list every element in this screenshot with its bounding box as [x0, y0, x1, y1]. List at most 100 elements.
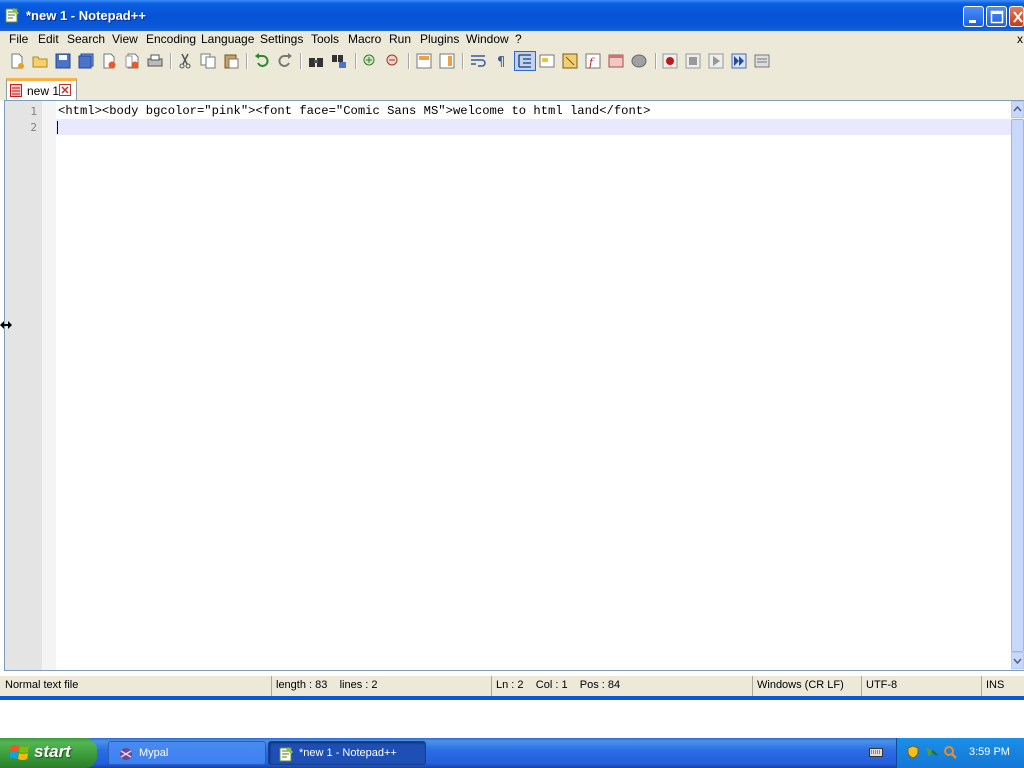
line-number: 1	[30, 105, 37, 118]
chevron-down-icon	[1013, 658, 1022, 665]
security-shield-icon[interactable]	[906, 745, 920, 759]
paste-icon[interactable]	[223, 53, 239, 69]
play-macro-icon[interactable]	[708, 53, 724, 69]
maximize-icon	[990, 10, 1004, 24]
folder-workspace-icon[interactable]	[608, 53, 624, 69]
notepadpp-app-icon[interactable]	[4, 7, 20, 23]
close-tab-icon[interactable]	[59, 84, 71, 96]
start-button[interactable]: start	[0, 738, 97, 768]
menu-view[interactable]: View	[112, 32, 138, 46]
task-label: Mypal	[139, 747, 169, 759]
current-line-highlight	[56, 119, 1011, 135]
menu-file[interactable]: File	[9, 32, 28, 46]
line-number-gutter	[5, 101, 42, 670]
status-pos: Pos : 84	[579, 679, 621, 691]
monitoring-icon[interactable]	[631, 53, 647, 69]
close-file-icon[interactable]	[101, 53, 117, 69]
status-insert-mode[interactable]: INS	[981, 676, 1024, 696]
text-caret	[57, 121, 58, 134]
minimize-button[interactable]	[963, 6, 984, 27]
status-ln: Ln : 2	[496, 679, 524, 691]
status-bar: Normal text file length : 83 lines : 2 L…	[0, 676, 1024, 696]
task-label: *new 1 - Notepad++	[299, 747, 397, 759]
tab-label: new 1	[27, 84, 60, 98]
menu-encoding[interactable]: Encoding	[146, 32, 196, 46]
word-wrap-icon[interactable]	[470, 53, 486, 69]
unsaved-document-icon	[10, 84, 22, 97]
save-icon[interactable]	[55, 53, 71, 69]
zoom-out-icon[interactable]	[385, 53, 401, 69]
document-map-icon[interactable]	[562, 53, 578, 69]
network-icon[interactable]	[924, 745, 938, 759]
windows-logo-icon	[10, 745, 29, 760]
maximize-button[interactable]	[986, 6, 1007, 27]
menu-run[interactable]: Run	[389, 32, 411, 46]
menu-language[interactable]: Language	[201, 32, 254, 46]
status-eol[interactable]: Windows (CR LF)	[752, 676, 861, 696]
status-lines: lines : 2	[339, 679, 378, 691]
menu-tools[interactable]: Tools	[311, 32, 339, 46]
show-all-chars-icon[interactable]: ¶	[493, 53, 509, 69]
menu-macro[interactable]: Macro	[348, 32, 381, 46]
line-number: 2	[30, 121, 37, 134]
scroll-up-button[interactable]	[1011, 101, 1024, 118]
menu-search[interactable]: Search	[67, 32, 105, 46]
menu-help[interactable]: ?	[515, 32, 522, 46]
editor-area[interactable]	[4, 100, 1024, 671]
undo-icon[interactable]	[254, 53, 270, 69]
chevron-up-icon	[1013, 105, 1022, 112]
scroll-thumb[interactable]	[1011, 119, 1024, 652]
close-window-button[interactable]	[1009, 6, 1024, 27]
open-file-icon[interactable]	[32, 53, 48, 69]
vertical-scrollbar[interactable]	[1011, 101, 1024, 670]
status-length: length : 83	[276, 679, 328, 691]
copy-icon[interactable]	[200, 53, 216, 69]
notepadpp-app-icon	[279, 747, 293, 762]
record-macro-icon[interactable]	[662, 53, 678, 69]
status-col: Col : 1	[535, 679, 568, 691]
keyboard-icon[interactable]	[869, 746, 883, 758]
menu-edit[interactable]: Edit	[38, 32, 59, 46]
tab-new-1[interactable]: new 1	[6, 78, 77, 100]
menu-plugins[interactable]: Plugins	[420, 32, 459, 46]
minimize-icon	[969, 20, 976, 23]
close-all-icon[interactable]	[124, 53, 140, 69]
start-label: start	[34, 742, 71, 761]
zoom-in-icon[interactable]	[362, 53, 378, 69]
run-macro-multiple-icon[interactable]	[731, 53, 747, 69]
find-icon[interactable]	[308, 53, 324, 69]
cut-icon[interactable]	[177, 53, 193, 69]
window-frame-bottom	[0, 696, 1024, 700]
menu-settings[interactable]: Settings	[260, 32, 303, 46]
system-tray: 3:59 PM	[896, 738, 1024, 768]
toolbar: ¶ f	[0, 49, 1024, 74]
close-document-button[interactable]: x	[1017, 32, 1023, 46]
save-all-icon[interactable]	[78, 53, 94, 69]
indent-guide-icon[interactable]	[514, 51, 536, 71]
stop-macro-icon[interactable]	[685, 53, 701, 69]
save-macro-icon[interactable]	[754, 53, 770, 69]
title-bar[interactable]: *new 1 - Notepad++	[0, 0, 1024, 31]
svg-text:¶: ¶	[497, 55, 505, 69]
function-list-icon[interactable]: f	[585, 53, 601, 69]
redo-icon[interactable]	[277, 53, 293, 69]
fold-margin[interactable]	[42, 101, 56, 670]
scroll-down-button[interactable]	[1011, 652, 1024, 669]
taskbar-item-mypal[interactable]: Mypal	[108, 741, 266, 765]
resize-cursor-icon	[0, 321, 12, 329]
mypal-browser-icon	[120, 748, 132, 760]
code-line[interactable]: <html><body bgcolor="pink"><font face="C…	[58, 104, 650, 118]
sync-horizontal-icon[interactable]	[439, 53, 455, 69]
user-language-icon[interactable]	[539, 53, 555, 69]
clock[interactable]: 3:59 PM	[969, 746, 1010, 758]
tab-bar: new 1	[0, 74, 1024, 100]
close-icon	[1013, 11, 1023, 23]
print-icon[interactable]	[147, 53, 163, 69]
menu-window[interactable]: Window	[466, 32, 509, 46]
search-icon[interactable]	[943, 745, 957, 759]
sync-vertical-icon[interactable]	[416, 53, 432, 69]
status-encoding[interactable]: UTF-8	[861, 676, 981, 696]
taskbar-item-notepadpp[interactable]: *new 1 - Notepad++	[268, 741, 426, 765]
replace-icon[interactable]	[331, 53, 347, 69]
new-file-icon[interactable]	[9, 53, 25, 69]
